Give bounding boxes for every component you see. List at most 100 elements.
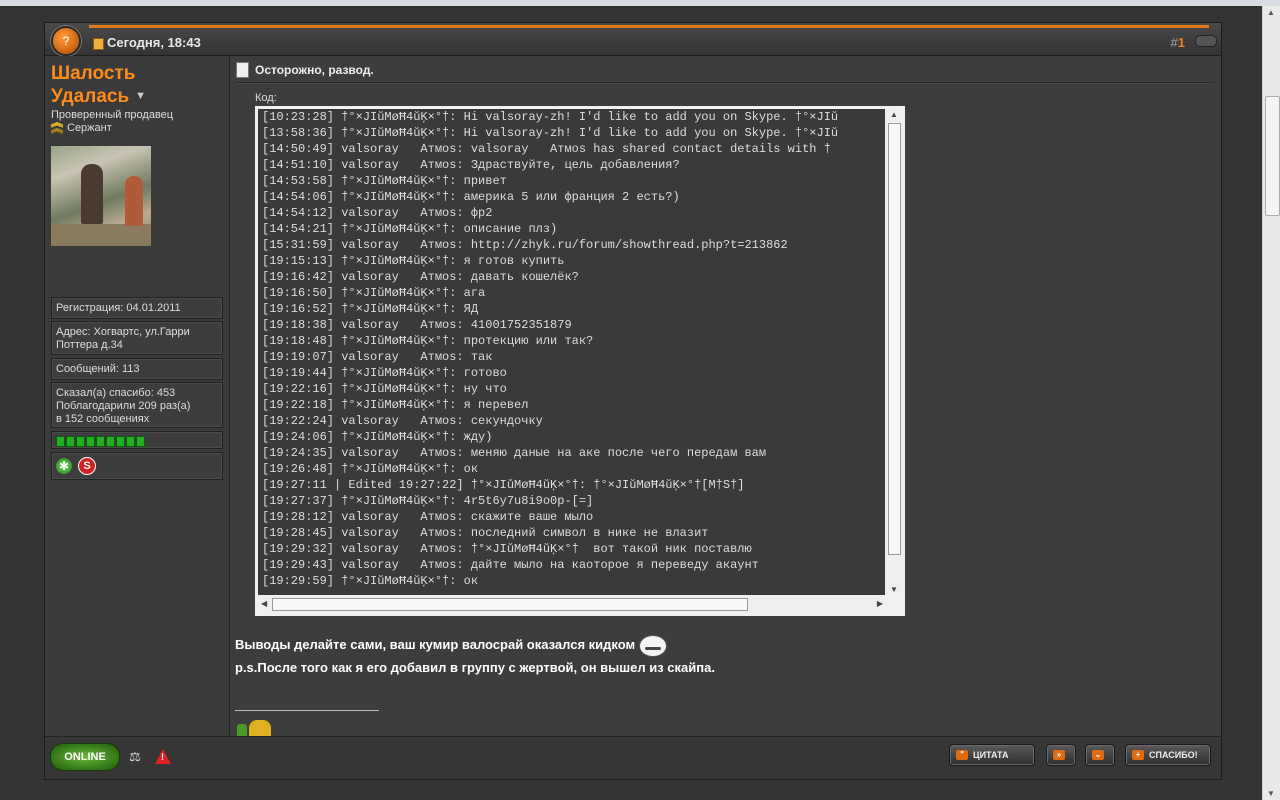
code-line: [14:54:06] †°×JIŭМøĦ4ŭĶ×°†: америка 5 ил… [262, 190, 680, 204]
multiquote-button[interactable]: » [1046, 744, 1076, 766]
quote-icon: " [956, 750, 968, 760]
user-badges: ✱ S [51, 452, 223, 480]
user-info-column: Шалость Удалась ▼ Проверенный продавец Се… [45, 56, 230, 778]
trollface-icon [639, 634, 668, 657]
code-line: [19:28:12] valsoray Атмоs: скажите ваше … [262, 510, 594, 524]
page-scrollbar-thumb[interactable] [1265, 96, 1280, 216]
user-rank: Сержант [51, 122, 112, 134]
quote-button-label: ЦИТАТА [973, 750, 1009, 760]
username-line2: Удалась [51, 86, 130, 107]
code-label: Код: [255, 92, 277, 104]
reputation-pip [106, 436, 115, 447]
code-block[interactable]: [10:23:28] †°×JIŭМøĦ4ŭĶ×°†: Hi valsoray-… [255, 106, 905, 616]
reputation-pips [56, 435, 218, 447]
scroll-down-icon[interactable]: ▼ [890, 585, 898, 594]
scroll-up-icon[interactable]: ▲ [890, 110, 898, 119]
code-line: [19:18:38] valsoray Атмоs: 4100175235187… [262, 318, 572, 332]
post-number: 1 [1177, 35, 1185, 50]
code-line: [14:54:21] †°×JIŭМøĦ4ŭĶ×°†: описание плз… [262, 222, 558, 236]
chevron-down-icon[interactable]: ▼ [135, 85, 146, 108]
code-line: [14:54:12] valsoray Атмоs: фр2 [262, 206, 493, 220]
message-line2: p.s.После того как я его добавил в групп… [235, 659, 715, 675]
code-line: [19:27:11 | Edited 19:27:22] †°×JIŭМøĦ4ŭ… [262, 478, 745, 492]
scroll-down-icon[interactable]: ▼ [1267, 789, 1275, 798]
code-line: [19:24:06] †°×JIŭМøĦ4ŭĶ×°†: жду) [262, 430, 493, 444]
thanks-button-label: СПАСИБО! [1149, 750, 1198, 760]
username-link[interactable]: Шалость Удалась ▼ [51, 62, 146, 108]
message-line1: Выводы делайте сами, ваш кумир валосрай … [235, 637, 636, 652]
code-line: [10:23:28] †°×JIŭМøĦ4ŭĶ×°†: Hi valsoray-… [262, 110, 839, 124]
reputation-pip [126, 436, 135, 447]
title-divider [236, 82, 1214, 84]
thanks-icon: + [1132, 750, 1144, 760]
reputation-pip [96, 436, 105, 447]
code-line: [19:22:16] †°×JIŭМøĦ4ŭĶ×°†: ну что [262, 382, 507, 396]
code-line: [19:15:13] †°×JIŭМøĦ4ŭĶ×°†: я готов купи… [262, 254, 565, 268]
code-vscroll-thumb[interactable] [888, 123, 901, 555]
code-line: [14:51:10] valsoray Атмоs: Здраствуйте, … [262, 158, 680, 172]
code-horizontal-scrollbar[interactable]: ◀ ▶ [258, 596, 886, 612]
header-accent-line [89, 25, 1209, 28]
post-title: Осторожно, развод. [255, 63, 374, 77]
scroll-right-icon[interactable]: ▶ [877, 599, 883, 608]
code-line: [19:28:45] valsoray Атмоs: последний сим… [262, 526, 709, 540]
multiquote-icon: » [1053, 750, 1065, 760]
warning-icon[interactable]: ! [155, 749, 171, 764]
code-line: [13:58:36] †°×JIŭМøĦ4ŭĶ×°†: Hi valsoray-… [262, 126, 839, 140]
username-line1: Шалость [51, 63, 136, 84]
signature-divider [235, 710, 379, 711]
scroll-up-icon[interactable]: ▲ [1267, 8, 1275, 17]
code-line: [19:16:50] †°×JIŭМøĦ4ŭĶ×°†: ага [262, 286, 486, 300]
code-line: [15:31:59] valsoray Атмоs: http://zhyk.r… [262, 238, 788, 252]
code-content[interactable]: [10:23:28] †°×JIŭМøĦ4ŭĶ×°†: Hi valsoray-… [258, 109, 885, 595]
collapse-toggle[interactable] [1195, 35, 1217, 47]
chevron-down-icon: ⌄ [1092, 750, 1104, 760]
quote-button[interactable]: " ЦИТАТА [949, 744, 1035, 766]
code-vertical-scrollbar[interactable]: ▲ ▼ [886, 109, 902, 595]
code-line: [19:16:42] valsoray Атмоs: давать кошелё… [262, 270, 579, 284]
code-line: [14:53:58] †°×JIŭМøĦ4ŭĶ×°†: привет [262, 174, 507, 188]
code-hscroll-thumb[interactable] [272, 598, 748, 611]
code-line: [19:26:48] †°×JIŭМøĦ4ŭĶ×°†: ок [262, 462, 479, 476]
page-scrollbar[interactable]: ▲ ▼ [1262, 6, 1280, 800]
post-body: Осторожно, развод. Код: [10:23:28] †°×JI… [230, 56, 1221, 778]
reputation-pip [76, 436, 85, 447]
code-line: [19:29:32] valsoray Атмоs: †°×JIŭМøĦ4ŭĶ×… [262, 542, 752, 556]
code-line: [19:19:44] †°×JIŭМøĦ4ŭĶ×°†: готово [262, 366, 507, 380]
code-line: [19:29:59] †°×JIŭМøĦ4ŭĶ×°†: ок [262, 574, 479, 588]
reputation-pip [116, 436, 125, 447]
forum-post: ? Сегодня, 18:43 #1 Шалость Удалась ▼ Про… [44, 22, 1222, 780]
note-icon [236, 62, 249, 78]
online-status-badge: ONLINE [50, 743, 120, 771]
post-number-prefix: # [1170, 35, 1178, 50]
scroll-left-icon[interactable]: ◀ [261, 599, 267, 608]
thanks-said: Сказал(а) спасибо: 453 [56, 387, 176, 399]
code-line: [19:24:35] valsoray Атмоs: меняю даные н… [262, 446, 767, 460]
post-footer: ONLINE ⚖ ! " ЦИТАТА » ⌄ + СПАСИБО! [45, 736, 1221, 779]
user-title: Проверенный продавец [51, 109, 174, 121]
code-line: [19:19:07] valsoray Атмоs: так [262, 350, 493, 364]
user-rank-label: Сержант [67, 122, 112, 134]
scales-icon[interactable]: ⚖ [127, 749, 143, 765]
code-line: [19:18:48] †°×JIŭМøĦ4ŭĶ×°†: протекцию ил… [262, 334, 594, 348]
thanks-button[interactable]: + СПАСИБО! [1125, 744, 1211, 766]
post-date: Сегодня, 18:43 [107, 35, 201, 50]
thanks-info: Сказал(а) спасибо: 453 Поблагодарили 209… [51, 382, 223, 428]
reputation-bar[interactable] [51, 431, 223, 449]
post-header: ? Сегодня, 18:43 #1 [45, 23, 1221, 56]
post-message: Выводы делайте сами, ваш кумир валосрай … [235, 634, 715, 679]
reputation-pip [136, 436, 145, 447]
sparkle-icon[interactable]: ✱ [56, 458, 72, 474]
reputation-pip [56, 436, 65, 447]
document-icon [93, 38, 104, 50]
thanks-received: Поблагодарили 209 раз(а) [56, 400, 191, 412]
post-menu-icon[interactable]: ? [51, 26, 81, 56]
messages-count: Сообщений: 113 [51, 358, 223, 380]
code-line: [19:22:24] valsoray Атмоs: секундочку [262, 414, 543, 428]
avatar[interactable] [51, 146, 151, 246]
skype-icon[interactable]: S [78, 457, 96, 475]
code-line: [19:27:37] †°×JIŭМøĦ4ŭĶ×°†: 4r5t6y7u8i9o… [262, 494, 594, 508]
thanks-posts: в 152 сообщениях [56, 413, 150, 425]
post-number-link[interactable]: #1 [1171, 35, 1185, 50]
report-button[interactable]: ⌄ [1085, 744, 1115, 766]
